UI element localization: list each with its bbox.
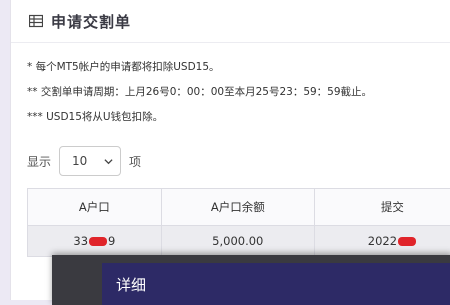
note-deduction: *** USD15将从U钱包扣除。 xyxy=(27,109,372,134)
details-modal: 详细 xyxy=(52,255,450,305)
note-period: ** 交割单申请周期：上月26号0：00：00至本月25号23：59：59截止。 xyxy=(27,84,372,109)
table-row[interactable]: 33 9 5,000.00 2022 xyxy=(28,226,450,257)
chevron-down-icon xyxy=(104,157,113,166)
items-label: 项 xyxy=(129,153,141,170)
account-prefix: 33 xyxy=(73,234,88,248)
redaction-mark xyxy=(398,237,416,246)
account-suffix: 9 xyxy=(108,234,115,248)
column-header-submit[interactable]: 提交 xyxy=(314,189,450,226)
notes: * 每个MT5帐户的申请都将扣除USD15。 ** 交割单申请周期：上月26号0… xyxy=(27,59,372,134)
redaction-mark xyxy=(89,237,107,246)
page-length-select[interactable]: 10 xyxy=(59,146,121,176)
account-cell: 33 9 xyxy=(28,226,162,257)
statement-table: A户口 A户口余额 提交 33 9 5,000.00 2022 xyxy=(27,188,450,257)
modal-title: 详细 xyxy=(116,274,146,295)
balance-cell: 5,000.00 xyxy=(161,226,314,257)
column-header-balance[interactable]: A户口余额 xyxy=(161,189,314,226)
column-header-account[interactable]: A户口 xyxy=(28,189,162,226)
page-length-control: 显示 10 项 xyxy=(27,146,141,176)
table-icon xyxy=(29,14,43,28)
card-header: 申请交割单 xyxy=(11,0,450,43)
table-header-row: A户口 A户口余额 提交 xyxy=(28,189,450,226)
note-fee: * 每个MT5帐户的申请都将扣除USD15。 xyxy=(27,59,372,84)
card-title: 申请交割单 xyxy=(51,11,131,32)
submit-date-prefix: 2022 xyxy=(368,234,397,248)
submit-date-cell: 2022 xyxy=(314,226,450,257)
page-length-value: 10 xyxy=(72,154,87,168)
show-label: 显示 xyxy=(27,153,51,170)
modal-header: 详细 xyxy=(102,263,450,305)
